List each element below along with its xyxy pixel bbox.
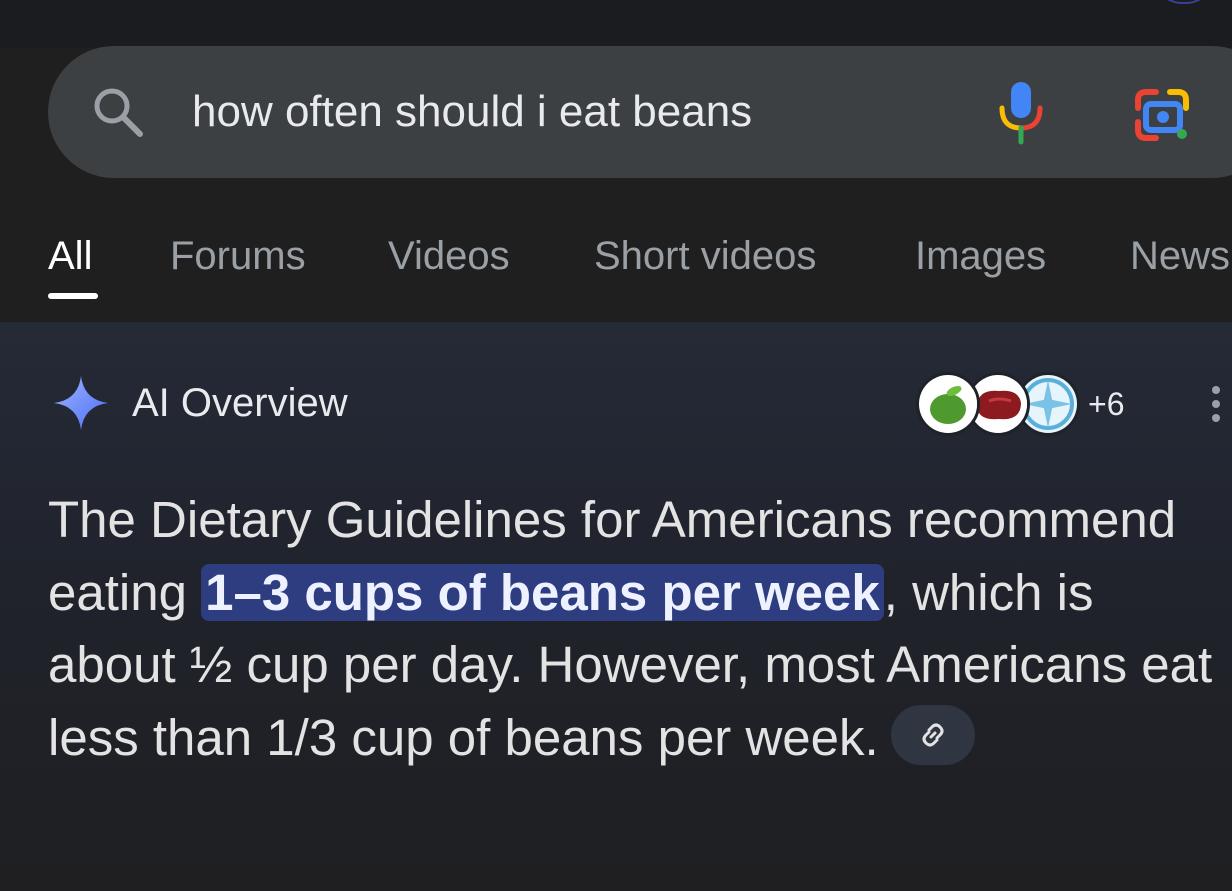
tab-videos[interactable]: Videos xyxy=(388,228,510,284)
tab-images[interactable]: Images xyxy=(915,228,1046,284)
top-bar xyxy=(0,0,1232,48)
account-avatar[interactable] xyxy=(1154,0,1214,4)
google-lens-icon[interactable] xyxy=(1134,86,1192,144)
gemini-sparkle-icon xyxy=(52,374,110,432)
search-tabs: All Forums Videos Short videos Images Ne… xyxy=(0,228,1232,300)
apple-source-icon[interactable] xyxy=(916,372,980,436)
tab-news[interactable]: News xyxy=(1130,228,1230,284)
source-avatars[interactable] xyxy=(916,372,1086,436)
ai-overview-answer: The Dietary Guidelines for Americans rec… xyxy=(48,484,1218,774)
tab-all[interactable]: All xyxy=(48,228,92,284)
link-icon xyxy=(922,723,944,747)
more-sources-count[interactable]: +6 xyxy=(1088,386,1124,422)
more-vert-icon[interactable] xyxy=(1208,384,1224,424)
search-icon[interactable] xyxy=(90,84,146,140)
answer-highlight[interactable]: 1–3 cups of beans per week xyxy=(201,563,884,621)
ai-overview-title: AI Overview xyxy=(132,381,348,425)
search-bar[interactable]: how often should i eat beans xyxy=(48,46,1232,178)
active-tab-indicator xyxy=(48,293,98,299)
citation-link-button[interactable] xyxy=(890,705,975,766)
microphone-icon[interactable] xyxy=(996,80,1046,146)
search-input[interactable]: how often should i eat beans xyxy=(192,86,752,138)
tab-forums[interactable]: Forums xyxy=(170,228,306,284)
tab-short-videos[interactable]: Short videos xyxy=(594,228,816,284)
